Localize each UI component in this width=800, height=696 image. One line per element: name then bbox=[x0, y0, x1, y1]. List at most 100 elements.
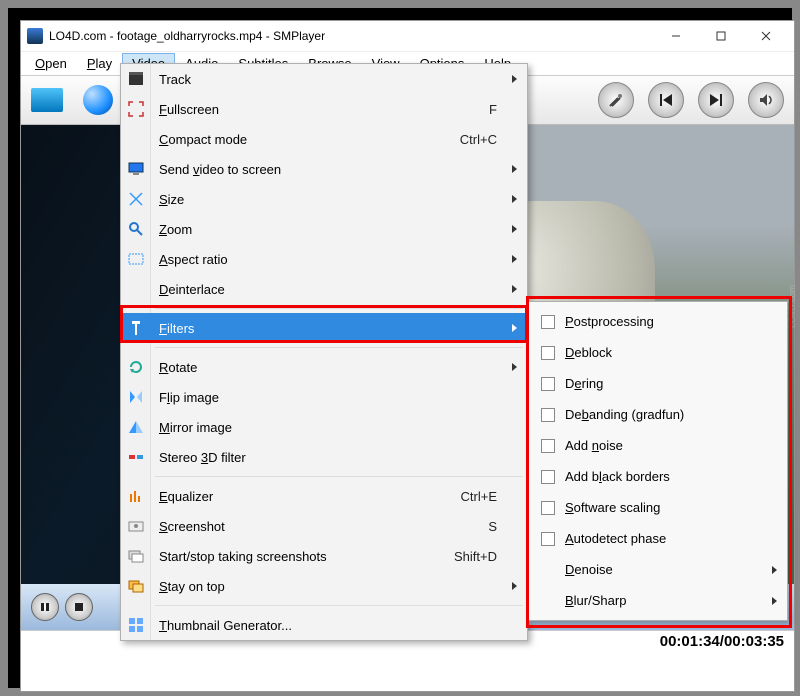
filter-item-postprocessing[interactable]: Postprocessing bbox=[529, 306, 787, 337]
thumbgen-icon bbox=[128, 617, 144, 633]
submenu-arrow-icon bbox=[772, 597, 777, 605]
screenshot-icon bbox=[128, 518, 144, 534]
filter-icon bbox=[128, 320, 144, 336]
menu-item-accel: Shift+D bbox=[454, 549, 497, 564]
filter-item-label: Postprocessing bbox=[565, 314, 654, 329]
submenu-arrow-icon bbox=[512, 225, 517, 233]
menu-item-accel: Ctrl+E bbox=[461, 489, 497, 504]
open-file-button[interactable] bbox=[31, 88, 63, 112]
menu-item-track[interactable]: Track bbox=[121, 64, 527, 94]
prev-track-button[interactable] bbox=[648, 82, 684, 118]
menu-item-label: Flip image bbox=[159, 390, 527, 405]
filter-item-label: Dering bbox=[565, 376, 603, 391]
menu-separator bbox=[155, 605, 523, 606]
minimize-button[interactable] bbox=[653, 22, 698, 50]
filter-item-autodetect-phase[interactable]: Autodetect phase bbox=[529, 523, 787, 554]
menu-item-label: Send video to screen bbox=[159, 162, 527, 177]
menu-item-equalizer[interactable]: EqualizerCtrl+E bbox=[121, 481, 527, 511]
filter-item-add-black-borders[interactable]: Add black borders bbox=[529, 461, 787, 492]
menu-item-thumbnail-generator-[interactable]: Thumbnail Generator... bbox=[121, 610, 527, 640]
watermark-side: LO4D.com bbox=[787, 285, 797, 328]
filter-item-dering[interactable]: Dering bbox=[529, 368, 787, 399]
menu-separator bbox=[155, 476, 523, 477]
checkbox-icon bbox=[541, 408, 555, 422]
pin-icon bbox=[128, 578, 144, 594]
filter-item-debanding-gradfun-[interactable]: Debanding (gradfun) bbox=[529, 399, 787, 430]
submenu-arrow-icon bbox=[512, 363, 517, 371]
filter-item-blur-sharp[interactable]: Blur/Sharp bbox=[529, 585, 787, 616]
menu-item-label: Mirror image bbox=[159, 420, 527, 435]
menu-item-label: Rotate bbox=[159, 360, 527, 375]
menu-item-label: Fullscreen bbox=[159, 102, 489, 117]
menu-item-stereo-3d-filter[interactable]: Stereo 3D filter bbox=[121, 442, 527, 472]
menu-item-filters[interactable]: Filters bbox=[121, 313, 527, 343]
resize-icon bbox=[128, 191, 144, 207]
stage-background: LO4D.com - footage_oldharryrocks.mp4 - S… bbox=[8, 8, 792, 688]
menu-item-label: Start/stop taking screenshots bbox=[159, 549, 454, 564]
menu-item-label: Size bbox=[159, 192, 527, 207]
checkbox-icon bbox=[541, 501, 555, 515]
flip-icon bbox=[128, 389, 144, 405]
checkbox-icon bbox=[541, 377, 555, 391]
filter-item-add-noise[interactable]: Add noise bbox=[529, 430, 787, 461]
filter-item-deblock[interactable]: Deblock bbox=[529, 337, 787, 368]
app-icon bbox=[27, 28, 43, 44]
filter-item-label: Autodetect phase bbox=[565, 531, 666, 546]
open-url-button[interactable] bbox=[83, 85, 113, 115]
menu-open[interactable]: Open bbox=[25, 53, 77, 74]
filter-item-software-scaling[interactable]: Software scaling bbox=[529, 492, 787, 523]
menu-item-start-stop-taking-screenshots[interactable]: Start/stop taking screenshotsShift+D bbox=[121, 541, 527, 571]
menu-item-label: Thumbnail Generator... bbox=[159, 618, 527, 633]
menu-item-fullscreen[interactable]: FullscreenF bbox=[121, 94, 527, 124]
menu-item-zoom[interactable]: Zoom bbox=[121, 214, 527, 244]
filter-item-label: Blur/Sharp bbox=[565, 593, 626, 608]
submenu-arrow-icon bbox=[772, 566, 777, 574]
video-menu-dropdown: TrackFullscreenFCompact modeCtrl+CSend v… bbox=[120, 63, 528, 641]
fullscreen-icon bbox=[128, 101, 144, 117]
menu-item-label: Zoom bbox=[159, 222, 527, 237]
menu-item-flip-image[interactable]: Flip image bbox=[121, 382, 527, 412]
close-button[interactable] bbox=[743, 22, 788, 50]
zoom-icon bbox=[128, 221, 144, 237]
menu-item-stay-on-top[interactable]: Stay on top bbox=[121, 571, 527, 601]
submenu-arrow-icon bbox=[512, 165, 517, 173]
titlebar: LO4D.com - footage_oldharryrocks.mp4 - S… bbox=[21, 21, 794, 51]
menu-item-screenshot[interactable]: ScreenshotS bbox=[121, 511, 527, 541]
volume-button[interactable] bbox=[748, 82, 784, 118]
aspect-icon bbox=[128, 251, 144, 267]
menu-item-size[interactable]: Size bbox=[121, 184, 527, 214]
filter-item-label: Add noise bbox=[565, 438, 623, 453]
checkbox-icon bbox=[541, 532, 555, 546]
menu-item-rotate[interactable]: Rotate bbox=[121, 352, 527, 382]
menu-item-mirror-image[interactable]: Mirror image bbox=[121, 412, 527, 442]
menu-item-label: Filters bbox=[159, 321, 527, 336]
submenu-arrow-icon bbox=[512, 324, 517, 332]
menu-item-compact-mode[interactable]: Compact modeCtrl+C bbox=[121, 124, 527, 154]
submenu-arrow-icon bbox=[512, 582, 517, 590]
menu-item-send-video-to-screen[interactable]: Send video to screen bbox=[121, 154, 527, 184]
stop-button[interactable] bbox=[65, 593, 93, 621]
menu-item-aspect-ratio[interactable]: Aspect ratio bbox=[121, 244, 527, 274]
filter-item-label: Denoise bbox=[565, 562, 613, 577]
submenu-arrow-icon bbox=[512, 195, 517, 203]
menu-item-accel: S bbox=[488, 519, 497, 534]
filter-item-denoise[interactable]: Denoise bbox=[529, 554, 787, 585]
menu-item-accel: F bbox=[489, 102, 497, 117]
menu-item-label: Compact mode bbox=[159, 132, 460, 147]
submenu-arrow-icon bbox=[512, 285, 517, 293]
maximize-button[interactable] bbox=[698, 22, 743, 50]
menu-item-deinterlace[interactable]: Deinterlace bbox=[121, 274, 527, 304]
pause-button[interactable] bbox=[31, 593, 59, 621]
preferences-button[interactable] bbox=[598, 82, 634, 118]
submenu-arrow-icon bbox=[512, 255, 517, 263]
monitor-icon bbox=[128, 161, 144, 177]
submenu-arrow-icon bbox=[512, 75, 517, 83]
menu-item-label: Equalizer bbox=[159, 489, 461, 504]
equalizer-icon bbox=[128, 488, 144, 504]
next-track-button[interactable] bbox=[698, 82, 734, 118]
menu-item-label: Stay on top bbox=[159, 579, 527, 594]
filter-item-label: Deblock bbox=[565, 345, 612, 360]
filter-item-label: Add black borders bbox=[565, 469, 670, 484]
menu-play[interactable]: Play bbox=[77, 53, 122, 74]
filters-submenu: Postprocessing Deblock Dering Debanding (gr… bbox=[528, 301, 788, 621]
